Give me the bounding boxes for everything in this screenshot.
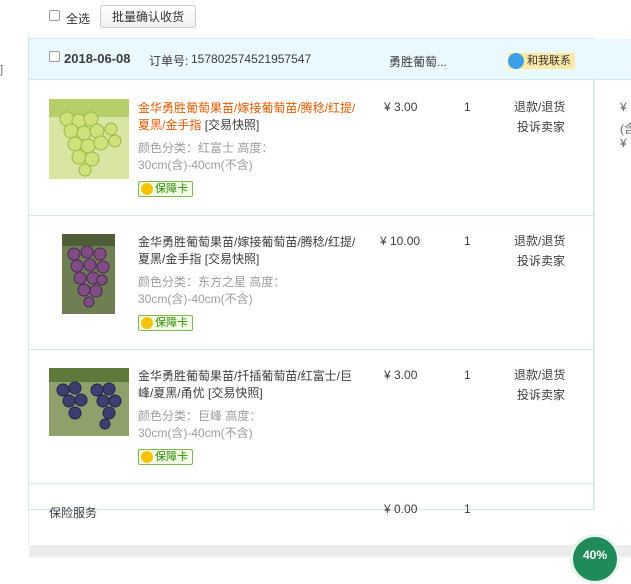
chat-bubble-icon <box>508 53 524 69</box>
green-grapes-image <box>49 99 129 179</box>
flower-icon <box>141 183 153 195</box>
order-checkbox[interactable] <box>49 51 60 62</box>
guarantee-card-label: 保障卡 <box>155 317 188 329</box>
insurance-quantity: 1 <box>464 502 471 516</box>
unit-price: ¥ 3.00 <box>384 100 418 114</box>
row-divider <box>29 483 594 484</box>
guarantee-card-label: 保障卡 <box>155 451 188 463</box>
quantity: 1 <box>464 234 471 248</box>
right-price-fragment: ¥ <box>620 136 627 150</box>
complain-seller-link[interactable]: 投诉卖家 <box>517 385 565 405</box>
unit-price: ¥ 3.00 <box>384 368 418 382</box>
insurance-price: ¥ 0.00 <box>384 502 418 516</box>
unit-price: ¥ 10.00 <box>380 234 421 248</box>
right-price-fragment: ¥ <box>620 100 627 114</box>
product-thumbnail[interactable] <box>49 368 129 436</box>
product-sku: 颜色分类：红富士 高度：30cm(含)-40cm(不含) <box>138 141 274 172</box>
select-all-label: 全选 <box>66 12 91 26</box>
flower-icon <box>141 451 153 463</box>
next-order-edge <box>29 545 631 557</box>
insurance-service-label: 保险服务 <box>49 506 98 520</box>
order-number: 157802574521957547 <box>191 52 312 66</box>
dark-grapes-image <box>49 368 129 436</box>
refund-return-link[interactable]: 退款/退货 <box>514 231 565 251</box>
trade-snapshot-link[interactable]: [交易快照] <box>205 118 260 132</box>
order-date: 2018-06-08 <box>64 51 131 66</box>
product-title-link[interactable]: 金华勇胜葡萄果苗/扦插葡萄苗/红富士/巨峰/夏黑/甬优 [交易快照] <box>138 368 356 402</box>
complain-seller-link[interactable]: 投诉卖家 <box>517 251 565 271</box>
trade-snapshot-link[interactable]: [交易快照] <box>208 386 263 400</box>
guarantee-card-label: 保障卡 <box>155 183 188 195</box>
trade-snapshot-link[interactable]: [交易快照] <box>205 252 260 266</box>
quantity: 1 <box>464 100 471 114</box>
batch-confirm-receipt-button[interactable]: 批量确认收货 <box>100 5 196 28</box>
refund-return-link[interactable]: 退款/退货 <box>514 97 565 117</box>
product-thumbnail[interactable] <box>49 99 129 179</box>
shop-name-link[interactable]: 勇胜葡萄... <box>389 53 447 70</box>
left-panel-fragment: ] <box>0 64 4 76</box>
row-divider <box>29 215 594 216</box>
right-note-fragment: (含 <box>620 122 631 136</box>
refund-return-link[interactable]: 退款/退货 <box>514 365 565 385</box>
row-divider <box>29 349 594 350</box>
product-thumbnail[interactable] <box>62 234 115 314</box>
product-title-link[interactable]: 金华勇胜葡萄果苗/嫁接葡萄苗/腾稔/红提/夏黑/金手指 [交易快照] <box>138 100 356 134</box>
purple-grapes-image <box>62 234 115 314</box>
left-panel-edge <box>0 35 29 545</box>
quantity: 1 <box>464 368 471 382</box>
order-toolbar <box>0 0 631 35</box>
select-all-checkbox[interactable] <box>49 10 60 21</box>
complain-seller-link[interactable]: 投诉卖家 <box>517 117 565 137</box>
flower-icon <box>141 317 153 329</box>
progress-circle[interactable]: 40% <box>570 534 620 584</box>
product-sku: 颜色分类：东方之星 高度：30cm(含)-40cm(不含) <box>138 275 286 306</box>
product-sku: 颜色分类：巨峰 高度：30cm(含)-40cm(不含) <box>138 409 262 440</box>
order-number-label: 订单号: <box>149 54 189 68</box>
product-title-link[interactable]: 金华勇胜葡萄果苗/嫁接葡萄苗/腾稔/红提/夏黑/金手指 [交易快照] <box>138 234 356 268</box>
